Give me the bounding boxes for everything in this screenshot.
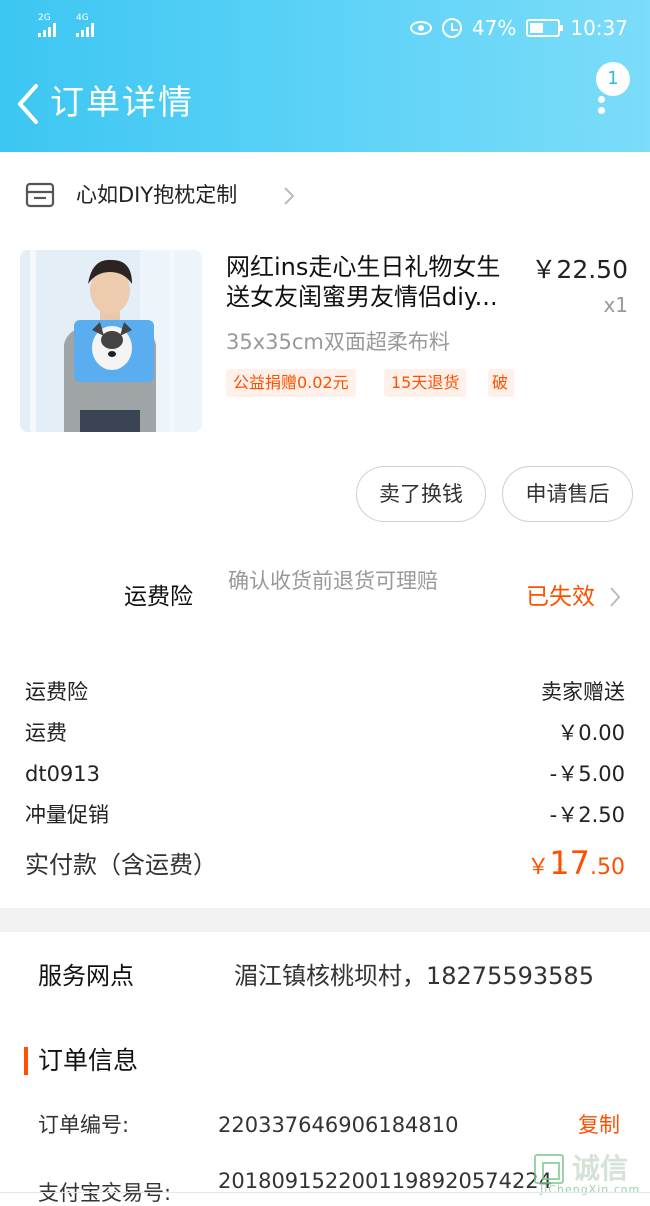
order-info-title: 订单信息 bbox=[38, 1046, 139, 1075]
signal-label-2: 4G bbox=[76, 13, 89, 23]
watermark: 诚信 JiChengXin.com bbox=[532, 1152, 650, 1196]
tag-charity: 公益捐赠0.02元 bbox=[226, 369, 356, 397]
fee-label: 冲量促销 bbox=[25, 803, 109, 827]
product-thumbnail[interactable] bbox=[20, 250, 202, 432]
service-point-value: 湄江镇核桃坝村，18275593585 bbox=[234, 962, 594, 990]
chevron-right-icon bbox=[284, 187, 295, 205]
tag-return: 15天退货 bbox=[384, 369, 467, 397]
eye-icon bbox=[409, 21, 432, 35]
product-photo bbox=[20, 250, 202, 432]
fee-row-insurance: 运费险 卖家赠送 bbox=[25, 676, 625, 708]
back-arrow-icon[interactable] bbox=[14, 82, 54, 126]
clock: 10:37 bbox=[570, 16, 628, 40]
service-point-label: 服务网点 bbox=[38, 962, 134, 990]
tag-partial: 破 bbox=[488, 369, 514, 397]
total-label: 实付款（含运费） bbox=[25, 851, 217, 879]
bottom-divider bbox=[0, 1192, 650, 1193]
total-integer: 17 bbox=[549, 844, 590, 882]
signal-bars-icon bbox=[38, 23, 56, 37]
section-divider bbox=[0, 908, 650, 932]
watermark-en: JiChengXin.com bbox=[540, 1183, 641, 1196]
product-quantity: x1 bbox=[603, 293, 628, 317]
watermark-cn: 诚信 bbox=[572, 1152, 629, 1185]
message-count-badge[interactable]: 1 bbox=[596, 62, 630, 96]
fee-label: 运费险 bbox=[25, 680, 88, 704]
fee-label: dt0913 bbox=[25, 762, 101, 786]
more-menu-icon[interactable] bbox=[588, 96, 614, 124]
fee-label: 运费 bbox=[25, 721, 67, 745]
order-number-label: 订单编号: bbox=[38, 1113, 130, 1137]
fee-row-coupon: dt0913 -￥5.00 bbox=[25, 758, 625, 790]
watermark-logo-icon bbox=[534, 1154, 564, 1184]
copy-button[interactable]: 复制 bbox=[578, 1110, 620, 1140]
insurance-description: 确认收货前退货可理赔 bbox=[228, 569, 438, 593]
product-spec: 35x35cm双面超柔布料 bbox=[226, 330, 450, 354]
signal-indicator-1: 2G bbox=[38, 14, 56, 40]
shop-name: 心如DIY抱枕定制 bbox=[76, 183, 238, 207]
insurance-status[interactable]: 已失效 bbox=[526, 580, 595, 614]
total-decimal: .50 bbox=[590, 855, 625, 880]
battery-icon bbox=[526, 19, 564, 37]
total-amount: ￥17.50 bbox=[527, 844, 625, 882]
fee-value: ￥0.00 bbox=[557, 721, 625, 745]
product-price: ￥22.50 bbox=[531, 255, 628, 284]
after-sale-button[interactable]: 申请售后 bbox=[502, 466, 633, 522]
status-right-group: 47% 10:37 bbox=[409, 14, 628, 42]
section-accent-bar bbox=[24, 1047, 28, 1075]
signal-label-1: 2G bbox=[38, 13, 51, 23]
battery-percent: 47% bbox=[471, 16, 517, 40]
total-row: 实付款（含运费） ￥17.50 bbox=[25, 844, 625, 886]
product-title-line1: 网红ins走心生日礼物女生 bbox=[226, 253, 501, 281]
fee-row-promotion: 冲量促销 -￥2.50 bbox=[25, 799, 625, 831]
product-title-line2: 送女友闺蜜男友情侣diy... bbox=[226, 283, 498, 311]
product-title[interactable]: 网红ins走心生日礼物女生 送女友闺蜜男友情侣diy... bbox=[226, 252, 526, 312]
order-number-value: 220337646906184810 bbox=[218, 1113, 459, 1137]
signal-indicator-2: 4G bbox=[76, 14, 94, 40]
chevron-right-icon[interactable] bbox=[608, 586, 622, 608]
signal-bars-icon bbox=[76, 23, 94, 37]
insurance-label: 运费险 bbox=[124, 584, 193, 610]
fee-value: -￥5.00 bbox=[549, 762, 625, 786]
fee-row-shipping: 运费 ￥0.00 bbox=[25, 717, 625, 749]
store-icon bbox=[25, 182, 55, 208]
sell-button[interactable]: 卖了换钱 bbox=[356, 466, 486, 522]
shop-row[interactable]: 心如DIY抱枕定制 bbox=[0, 168, 650, 224]
total-currency: ￥ bbox=[527, 855, 550, 880]
app-header: 2G 4G 47% 10:37 订单详情 1 bbox=[0, 0, 650, 152]
alarm-icon bbox=[441, 18, 462, 38]
fee-value: -￥2.50 bbox=[549, 803, 625, 827]
fee-value: 卖家赠送 bbox=[541, 680, 625, 704]
page-title: 订单详情 bbox=[50, 83, 194, 123]
status-bar: 2G 4G 47% 10:37 bbox=[0, 0, 650, 56]
